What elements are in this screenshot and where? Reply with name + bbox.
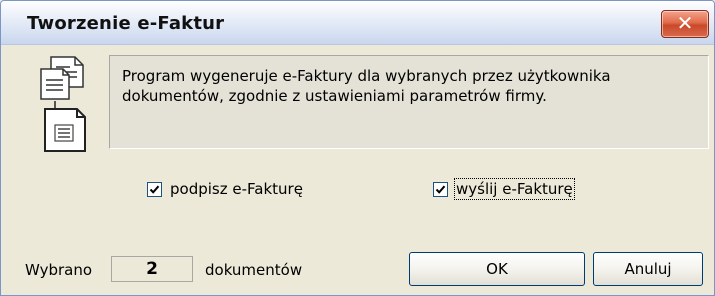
send-checkbox[interactable] bbox=[433, 181, 448, 197]
selected-count: 2 bbox=[111, 256, 193, 282]
info-panel: Program wygeneruje e-Faktury dla wybrany… bbox=[109, 55, 709, 149]
info-message: Program wygeneruje e-Faktury dla wybrany… bbox=[122, 67, 611, 105]
selected-label: Wybrano bbox=[25, 261, 93, 279]
sign-checkbox[interactable] bbox=[147, 181, 162, 197]
send-label: wyślij e-Fakturę bbox=[454, 178, 575, 200]
close-button[interactable]: ✕ bbox=[661, 10, 709, 38]
title-bar[interactable]: Tworzenie e-Faktur ✕ bbox=[1, 1, 714, 45]
checkmark-icon bbox=[435, 185, 446, 194]
close-icon: ✕ bbox=[676, 11, 694, 35]
ok-button[interactable]: OK bbox=[409, 252, 585, 286]
sign-option[interactable]: podpisz e-Fakturę bbox=[147, 178, 303, 200]
documents-label: dokumentów bbox=[205, 261, 303, 279]
window-title: Tworzenie e-Faktur bbox=[27, 13, 225, 34]
documents-icon bbox=[37, 53, 103, 153]
send-option[interactable]: wyślij e-Fakturę bbox=[433, 178, 575, 200]
cancel-button[interactable]: Anuluj bbox=[593, 252, 703, 286]
sign-label: podpisz e-Fakturę bbox=[170, 180, 303, 198]
dialog-window: Tworzenie e-Faktur ✕ Program wygeneruje … bbox=[0, 0, 715, 296]
checkmark-icon bbox=[149, 185, 160, 194]
